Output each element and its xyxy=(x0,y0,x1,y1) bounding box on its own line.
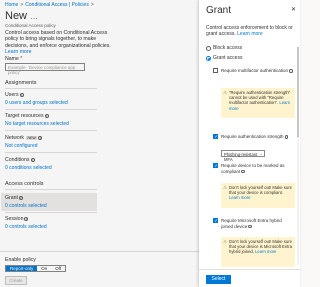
info-icon[interactable] xyxy=(248,224,252,229)
warning-icon: ⚠ xyxy=(223,90,228,95)
compliant-label-text: Require device to be marked as compliant xyxy=(221,163,285,174)
compliant-warning-text: Don't lock yourself out! Make sure that … xyxy=(229,185,292,196)
info-icon[interactable] xyxy=(241,169,245,174)
compliant-warning: ⚠ Don't lock yourself out! Make sure tha… xyxy=(221,183,295,208)
warning-icon: ⚠ xyxy=(223,239,228,244)
compliant-learn-more-link[interactable]: Learn more xyxy=(229,195,250,200)
overlay-scrim xyxy=(0,0,199,287)
hybrid-joined-checkbox[interactable] xyxy=(213,218,218,224)
grant-panel-description: Control access enforcement to block or g… xyxy=(206,25,296,37)
auth-strength-label-text: Require authentication strength xyxy=(221,134,284,139)
close-icon[interactable]: ✕ xyxy=(291,6,296,13)
mfa-label: Require multifactor authentication xyxy=(221,68,293,74)
auth-strength-dropdown[interactable]: Phishing-resistant MFA ⌄ xyxy=(221,150,265,162)
info-icon[interactable] xyxy=(289,69,293,73)
radio-button[interactable] xyxy=(206,45,211,51)
auth-strength-label: Require authentication strength xyxy=(221,134,293,140)
mfa-warning: ⚠ "Require authentication strength" cann… xyxy=(221,88,295,118)
scrollbar-thumb[interactable] xyxy=(297,47,299,137)
auth-strength-selected: Phishing-resistant MFA xyxy=(224,151,258,162)
select-button[interactable]: Select xyxy=(206,275,231,284)
radio-block-access[interactable]: Block access xyxy=(206,45,242,51)
radio-block-label: Block access xyxy=(213,45,243,51)
radio-button-selected[interactable] xyxy=(206,55,211,61)
panel-footer-divider xyxy=(199,269,300,270)
grant-panel: Grant ✕ Control access enforcement to bl… xyxy=(199,0,300,287)
auth-strength-checkbox[interactable] xyxy=(213,134,218,140)
grant-panel-title: Grant xyxy=(206,5,232,16)
compliant-checkbox[interactable] xyxy=(213,163,218,169)
mfa-label-text: Require multifactor authentication xyxy=(221,68,289,73)
mfa-checkbox[interactable] xyxy=(213,68,218,73)
compliant-label: Require device to be marked as compliant xyxy=(221,163,293,174)
grant-learn-more-link[interactable]: Learn more xyxy=(237,31,263,37)
radio-grant-access[interactable]: Grant access xyxy=(206,55,242,61)
hybrid-learn-more-link[interactable]: Learn more xyxy=(255,249,276,254)
radio-grant-label: Grant access xyxy=(213,55,243,61)
hybrid-joined-label: Require Microsoft Entra hybrid joined de… xyxy=(221,218,293,229)
warning-icon: ⚠ xyxy=(223,185,228,190)
info-icon[interactable] xyxy=(284,135,289,139)
chevron-down-icon: ⌄ xyxy=(259,151,263,156)
hybrid-warning: ⚠ Don't lock yourself out! Make sure tha… xyxy=(221,237,295,267)
